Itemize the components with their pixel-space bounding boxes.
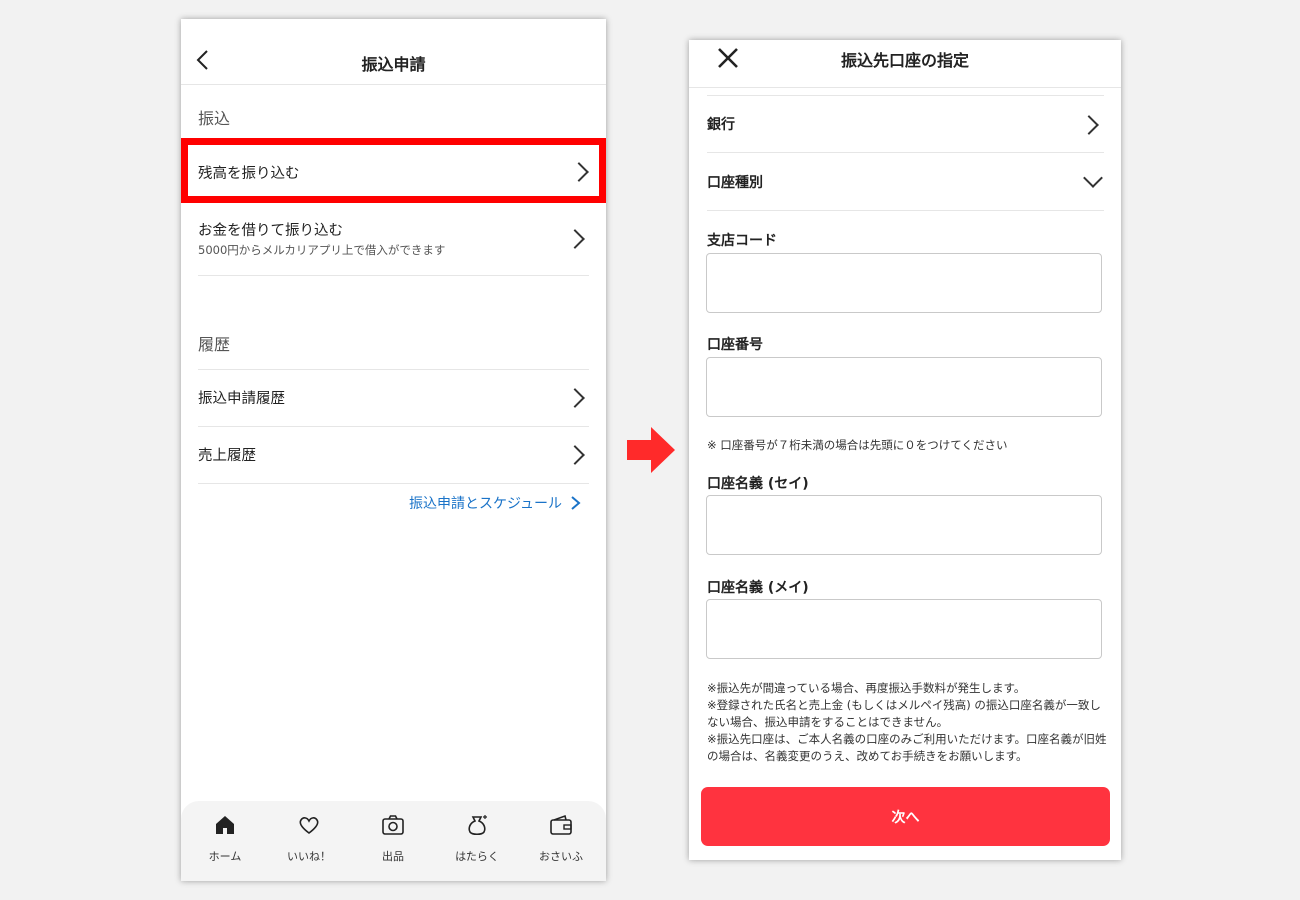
home-icon [216, 816, 234, 834]
tab-home-label: ホーム [208, 850, 242, 863]
transfer-history-label: 振込申請履歴 [198, 391, 285, 407]
row-divider [198, 275, 589, 276]
schedule-link[interactable]: 振込申請とスケジュール [409, 493, 584, 513]
bank-account-form-screen: 振込先口座の指定 銀行 口座種別 支店コード 口座番号 ※ 口座番号が７桁未満の… [689, 40, 1121, 860]
borrow-and-transfer-label: お金を借りて振り込む [198, 223, 343, 239]
page-title: 振込申請 [361, 55, 426, 74]
bottom-tab-bar: ホーム いいね！ 出品 はたらく おさいふ [181, 801, 606, 881]
tab-likes-label: いいね！ [287, 850, 331, 863]
name-mei-input[interactable] [706, 599, 1102, 659]
heart-icon [299, 817, 319, 835]
bank-label: 銀行 [707, 117, 735, 133]
sales-history-row[interactable]: 売上履歴 [181, 427, 606, 483]
transfer-request-screen: 振込申請 振込 残高を振り込む お金を借りて振り込む 5000円からメルカリアプ… [181, 19, 606, 881]
sales-history-label: 売上履歴 [198, 448, 256, 464]
transfer-history-row[interactable]: 振込申請履歴 [181, 370, 606, 426]
chevron-right-icon [565, 445, 585, 465]
account-type-label: 口座種別 [707, 175, 763, 191]
account-number-note: ※ 口座番号が７桁未満の場合は先頭に０をつけてください [707, 438, 1008, 452]
notice-text: ※振込先が間違っている場合、再度振込手数料が発生します。 ※登録された氏名と売上… [707, 680, 1107, 765]
bank-select-row[interactable]: 銀行 [689, 96, 1121, 152]
borrow-and-transfer-subtext: 5000円からメルカリアプリ上で借入ができます [198, 243, 446, 257]
tab-wallet-label: おさいふ [539, 850, 583, 863]
chevron-right-icon [569, 162, 589, 182]
next-button[interactable]: 次へ [701, 787, 1110, 846]
chevron-down-icon [1083, 168, 1103, 188]
schedule-link-label: 振込申請とスケジュール [408, 496, 562, 512]
header-divider [181, 84, 606, 85]
transfer-balance-row[interactable]: 残高を振り込む [181, 138, 606, 203]
row-divider [198, 483, 589, 484]
page-title: 振込先口座の指定 [840, 51, 969, 70]
borrow-and-transfer-row[interactable]: お金を借りて振り込む 5000円からメルカリアプリ上で借入ができます [181, 205, 606, 275]
name-sei-label: 口座名義 (セイ) [707, 476, 809, 492]
chevron-right-icon [1079, 115, 1099, 135]
notice-line: ※振込先が間違っている場合、再度振込手数料が発生します。 [707, 681, 1026, 695]
row-divider [707, 210, 1104, 211]
bag-icon [468, 815, 487, 836]
branch-code-input[interactable] [706, 253, 1102, 313]
branch-code-label: 支店コード [707, 233, 777, 249]
account-type-select-row[interactable]: 口座種別 [689, 153, 1121, 210]
wallet-icon [550, 814, 572, 835]
section-label-transfer: 振込 [198, 109, 231, 128]
header-divider [689, 87, 1121, 88]
section-label-history: 履歴 [198, 335, 231, 354]
transfer-balance-label: 残高を振り込む [198, 166, 300, 182]
chevron-right-icon [571, 496, 581, 510]
account-number-label: 口座番号 [707, 337, 763, 353]
chevron-right-icon [565, 229, 585, 249]
camera-icon [382, 815, 404, 835]
arrow-right-icon [627, 427, 675, 473]
notice-line: ※振込先口座は、ご本人名義の口座のみご利用いただけます。口座名義が旧姓の場合は、… [707, 732, 1107, 763]
chevron-right-icon [565, 388, 585, 408]
tab-sell-label: 出品 [382, 850, 404, 863]
notice-line: ※登録された氏名と売上金 (もしくはメルペイ残高) の振込口座名義が一致しない場… [707, 698, 1101, 729]
account-number-input[interactable] [706, 357, 1102, 417]
tab-work-label: はたらく [455, 850, 499, 863]
name-mei-label: 口座名義 (メイ) [707, 580, 809, 596]
name-sei-input[interactable] [706, 495, 1102, 555]
